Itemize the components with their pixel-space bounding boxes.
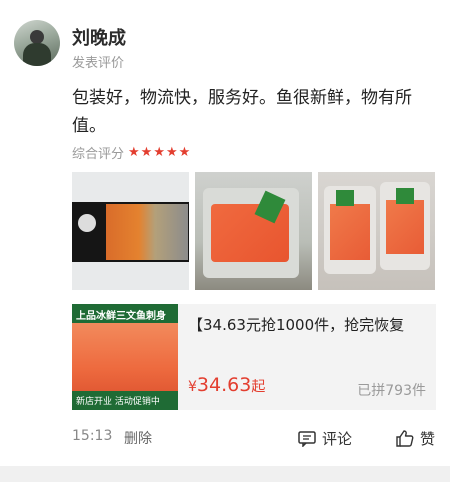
delete-button[interactable]: 删除 [124,428,152,448]
review-subtitle: 发表评价 [72,56,125,71]
comment-button[interactable]: 评论 [298,428,352,449]
thumbs-up-icon [396,430,414,447]
username[interactable]: 刘晚成 [72,24,126,50]
rating-row: 综合评分 ★★★★★ [72,142,191,162]
review-photo-3[interactable] [318,172,435,290]
review-header: 刘晚成 发表评价 [14,20,434,72]
thumb-bottom-text: 新店开业 活动促销中 [76,397,160,407]
review-photos [72,172,436,290]
review-time: 15:13 [72,428,113,444]
like-label: 赞 [420,430,436,448]
sold-count: 已拼793件 [357,383,426,399]
thumb-top-text: 上品冰鲜三文鱼刺身 [76,311,166,322]
price-symbol: ¥ [188,379,197,395]
review-footer: 15:13 删除 评论 赞 [72,428,436,450]
avatar[interactable] [14,20,60,66]
rating-label: 综合评分 [72,146,125,162]
product-card[interactable]: 上品冰鲜三文鱼刺身 新店开业 活动促销中 【34.63元抢1000件，抢完恢复 … [72,304,436,410]
review-photo-2[interactable] [195,172,312,290]
like-button[interactable]: 赞 [396,428,435,449]
bottom-divider [0,466,450,482]
star-rating-icon: ★★★★★ [128,144,192,160]
price-value: 34.63 [196,374,252,396]
comment-icon [298,430,316,447]
product-thumbnail[interactable]: 上品冰鲜三文鱼刺身 新店开业 活动促销中 [72,304,178,410]
comment-label: 评论 [322,430,353,448]
product-title[interactable]: 【34.63元抢1000件，抢完恢复 [188,314,432,335]
product-price: ¥34.63起 [188,374,265,396]
price-suffix: 起 [251,379,266,395]
review-photo-1[interactable] [72,172,189,290]
review-text: 包装好，物流快，服务好。鱼很新鲜，物有所值。 [72,88,412,136]
